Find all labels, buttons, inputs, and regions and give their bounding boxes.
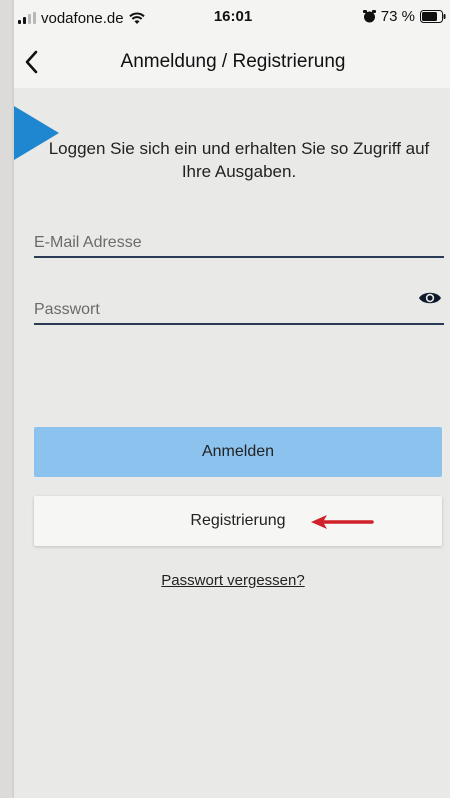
password-field[interactable] — [34, 297, 444, 323]
intro-text: Loggen Sie sich ein und erhalten Sie so … — [48, 139, 430, 181]
email-field-container — [34, 230, 444, 258]
page-title: Anmeldung / Registrierung — [120, 51, 346, 72]
corner-marker-arrow — [14, 88, 59, 178]
alarm-clock-icon — [362, 10, 376, 23]
annotation-arrow-icon — [311, 515, 374, 529]
navigation-bar: Anmeldung / Registrierung — [14, 36, 450, 88]
forgot-password-link[interactable]: Passwort vergessen? — [14, 572, 450, 589]
battery-icon — [420, 10, 446, 23]
password-field-container — [34, 292, 444, 325]
eye-icon[interactable] — [418, 289, 442, 307]
login-button[interactable]: Anmelden — [34, 427, 442, 477]
status-right: 73 % — [362, 8, 446, 25]
status-bar: vodafone.de 16:01 73 % — [14, 0, 450, 36]
email-field[interactable] — [34, 230, 444, 256]
battery-percent: 73 % — [380, 8, 415, 25]
app-screen: vodafone.de 16:01 73 % Anmeldung / Regis… — [12, 0, 450, 798]
register-button[interactable]: Registrierung — [34, 496, 442, 546]
